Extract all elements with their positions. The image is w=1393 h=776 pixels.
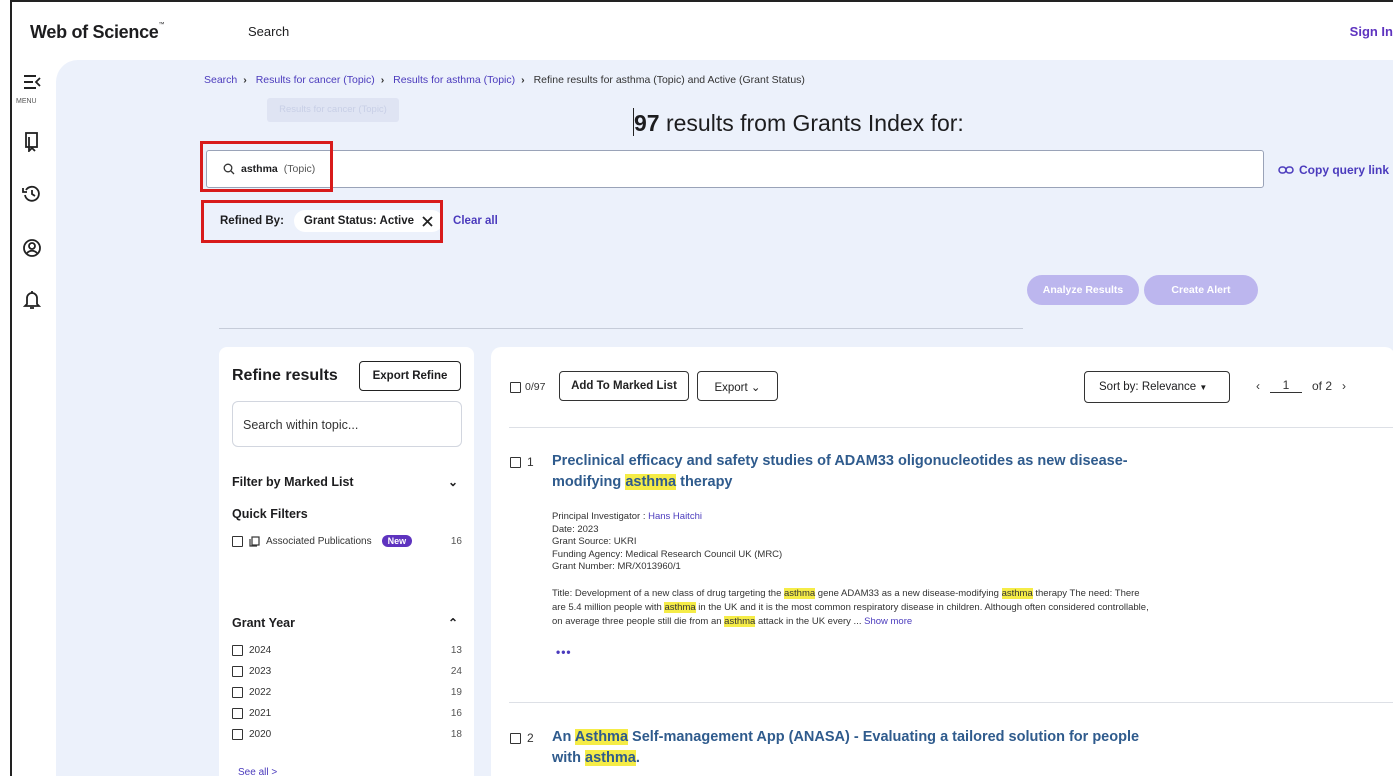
result-number[interactable]: 1 <box>510 455 534 469</box>
divider <box>509 427 1393 428</box>
side-rail: MENU <box>12 60 56 776</box>
see-all-link[interactable]: See all > <box>238 767 277 776</box>
select-all-checkbox[interactable] <box>510 381 521 393</box>
create-alert-button[interactable]: Create Alert <box>1144 275 1258 305</box>
caret-down-icon: ▼ <box>1199 383 1208 392</box>
sort-dropdown[interactable]: Sort by: Relevance ▼ <box>1084 371 1230 403</box>
highlight-query-box <box>200 141 333 192</box>
publications-icon <box>249 535 260 547</box>
result-abstract: Title: Development of a new class of dru… <box>552 588 1149 627</box>
account-icon[interactable] <box>18 234 46 262</box>
top-bar: Web of Science™ Search Sign In <box>12 2 1393 60</box>
breadcrumb-tooltip: Results for cancer (Topic) <box>267 98 399 122</box>
investigator-link[interactable]: Hans Haitchi <box>648 511 702 522</box>
new-badge: New <box>381 535 413 547</box>
copy-query-link[interactable]: Copy query link <box>1278 163 1389 177</box>
export-dropdown[interactable]: Export ⌄ <box>697 371 778 401</box>
chevron-up-icon[interactable]: ⌃ <box>448 616 458 630</box>
result-title-link[interactable]: An Asthma Self-management App (ANASA) - … <box>552 727 1172 769</box>
result-checkbox[interactable] <box>510 732 521 744</box>
checkbox[interactable] <box>232 666 243 677</box>
quick-filters-title: Quick Filters <box>232 507 308 521</box>
analyze-results-button[interactable]: Analyze Results <box>1027 275 1139 305</box>
breadcrumb-cancer[interactable]: Results for cancer (Topic) <box>256 74 375 86</box>
pagination: ‹ 1 of 2 › <box>1256 378 1346 393</box>
filter-year-row[interactable]: 2020 18 <box>232 729 462 740</box>
checkbox[interactable] <box>232 729 243 740</box>
filter-year-row[interactable]: 2024 13 <box>232 645 462 656</box>
menu-collapse-icon[interactable] <box>18 68 46 96</box>
select-all[interactable]: 0/97 <box>510 381 545 393</box>
export-refine-button[interactable]: Export Refine <box>359 361 461 391</box>
results-heading: 97 results from Grants Index for: <box>634 110 964 136</box>
result-title-link[interactable]: Preclinical efficacy and safety studies … <box>552 451 1172 493</box>
chevron-down-icon[interactable]: ⌄ <box>448 475 458 489</box>
history-icon[interactable] <box>18 180 46 208</box>
bell-icon[interactable] <box>18 286 46 314</box>
checkbox[interactable] <box>232 535 243 547</box>
breadcrumb-asthma[interactable]: Results for asthma (Topic) <box>393 74 515 86</box>
chevron-down-icon: ⌄ <box>750 382 761 394</box>
highlight-refined-box <box>201 200 443 243</box>
next-page-icon[interactable]: › <box>1342 379 1346 393</box>
grant-year-title[interactable]: Grant Year <box>232 616 295 630</box>
refine-panel: Refine results Export Refine Search with… <box>219 347 474 776</box>
divider <box>509 702 1393 703</box>
more-options-icon[interactable]: ••• <box>556 645 572 659</box>
page-input[interactable]: 1 <box>1270 378 1302 393</box>
brand-logo[interactable]: Web of Science™ <box>30 22 165 43</box>
checkbox[interactable] <box>232 645 243 656</box>
sign-in-link[interactable]: Sign In <box>1350 24 1393 39</box>
breadcrumb-current: Refine results for asthma (Topic) and Ac… <box>533 74 805 86</box>
browser-frame: Web of Science™ Search Sign In MENU Sear… <box>10 0 1393 776</box>
checkbox[interactable] <box>232 708 243 719</box>
refine-title: Refine results <box>232 367 338 384</box>
result-checkbox[interactable] <box>510 456 521 468</box>
breadcrumb: Search › Results for cancer (Topic) › Resu… <box>204 74 805 86</box>
add-to-marked-list-button[interactable]: Add To Marked List <box>559 371 689 401</box>
bookmarks-icon[interactable] <box>18 128 46 156</box>
query-display[interactable]: asthma (Topic) <box>206 150 1264 188</box>
filter-year-row[interactable]: 2023 24 <box>232 666 462 677</box>
nav-search-link[interactable]: Search <box>248 24 289 39</box>
clear-all-link[interactable]: Clear all <box>453 215 498 227</box>
marked-list-filter[interactable]: Filter by Marked List <box>232 475 354 489</box>
checkbox[interactable] <box>232 687 243 698</box>
filter-year-row[interactable]: 2021 16 <box>232 708 462 719</box>
filter-year-row[interactable]: 2022 19 <box>232 687 462 698</box>
search-within-input[interactable]: Search within topic... <box>232 401 462 447</box>
section-divider <box>219 328 1023 329</box>
menu-label: MENU <box>16 98 37 105</box>
breadcrumb-search[interactable]: Search <box>204 74 237 86</box>
filter-associated-publications[interactable]: Associated Publications New 16 <box>232 535 462 547</box>
prev-page-icon[interactable]: ‹ <box>1256 379 1260 393</box>
main-panel: Search › Results for cancer (Topic) › Resu… <box>56 60 1393 776</box>
result-number[interactable]: 2 <box>510 731 534 745</box>
link-icon <box>1278 166 1294 174</box>
results-panel: 0/97 Add To Marked List Export ⌄ Sort by… <box>491 347 1393 776</box>
page-total: of 2 <box>1312 378 1333 393</box>
show-more-link[interactable]: Show more <box>864 616 912 627</box>
result-metadata: Principal Investigator : Hans Haitchi Da… <box>552 511 783 572</box>
